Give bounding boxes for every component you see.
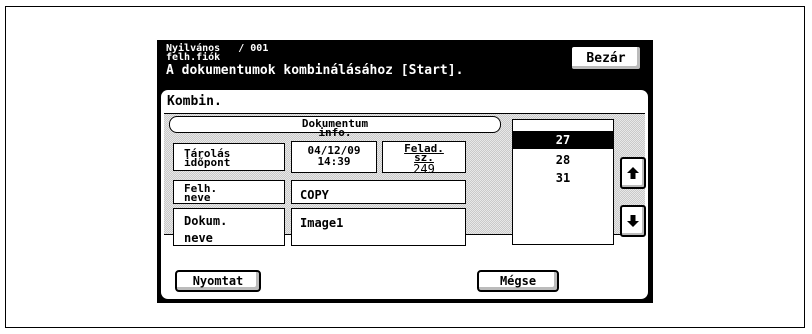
account-line-2: felh.fiók xyxy=(166,52,221,63)
job-number-cell: Felad. sz. 249 xyxy=(382,141,466,176)
close-button[interactable]: Bezár xyxy=(570,45,642,71)
stored-time-value-cell: 04/12/09 14:39 xyxy=(291,141,377,173)
panel-title: Kombin. xyxy=(167,94,222,109)
doc-name: Image1 xyxy=(300,216,344,230)
job-list-item[interactable]: 28 xyxy=(513,151,613,169)
job-list[interactable]: 27 28 31 xyxy=(512,119,614,245)
job-list-item[interactable]: 27 xyxy=(513,131,613,149)
user-name-value-cell: COPY xyxy=(291,180,466,204)
cancel-button[interactable]: Mégse xyxy=(477,270,559,292)
stored-time-label: Tárolás időpont xyxy=(184,147,231,169)
doc-info-label: Dokumentum info. xyxy=(301,117,369,139)
print-button[interactable]: Nyomtat xyxy=(175,270,261,292)
print-button-label: Nyomtat xyxy=(192,274,244,288)
close-button-label: Bezár xyxy=(586,50,626,66)
user-name-label-cell: Felh. neve xyxy=(173,180,285,204)
instruction-text: A dokumentumok kombinálásához [Start]. xyxy=(166,63,464,78)
job-number: 249 xyxy=(413,162,435,176)
combine-panel: Kombin. Dokumentum info. Tárolás időpont… xyxy=(161,90,648,299)
stored-time: 14:39 xyxy=(317,155,351,168)
job-list-item[interactable]: 31 xyxy=(513,169,613,187)
account-label: Nyilvános / 001 felh.fiók xyxy=(166,44,268,63)
arrow-down-icon xyxy=(627,215,639,227)
doc-name-label: Dokum. neve xyxy=(184,214,228,245)
scroll-up-button[interactable] xyxy=(620,157,646,189)
stored-time-label-cell: Tárolás időpont xyxy=(173,143,285,171)
user-name: COPY xyxy=(300,188,329,202)
doc-name-label-cell: Dokum. neve xyxy=(173,208,285,246)
user-name-label: Felh. neve xyxy=(184,182,218,204)
job-number-label: Felad. sz. xyxy=(404,142,444,164)
panel-screen: Nyilvános / 001 felh.fiók A dokumentumok… xyxy=(157,40,653,303)
scroll-down-button[interactable] xyxy=(620,205,646,237)
cancel-button-label: Mégse xyxy=(499,274,537,288)
doc-info-header: Dokumentum info. xyxy=(169,116,501,138)
arrow-up-icon xyxy=(627,167,639,179)
doc-name-value-cell: Image1 xyxy=(291,208,466,246)
